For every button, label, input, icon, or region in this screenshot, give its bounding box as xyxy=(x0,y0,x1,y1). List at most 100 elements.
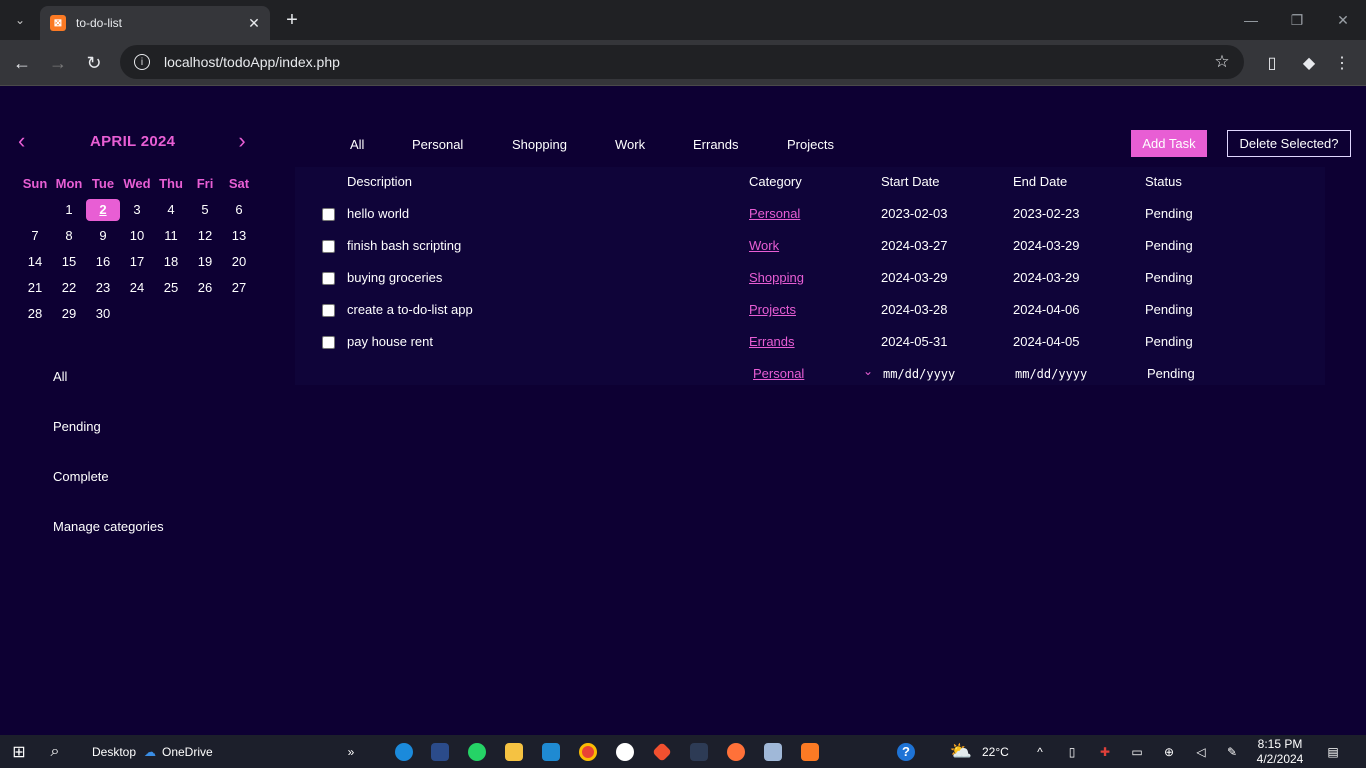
system-clock[interactable]: 8:15 PM 4/2/2024 xyxy=(1252,737,1308,767)
filter-pending[interactable]: Pending xyxy=(53,419,164,469)
calendar-day[interactable]: 16 xyxy=(86,251,120,273)
desktop-label[interactable]: Desktop xyxy=(92,735,136,768)
tab-work[interactable]: Work xyxy=(615,137,693,152)
calendar-day[interactable]: 18 xyxy=(154,251,188,273)
calendar-day[interactable]: 11 xyxy=(154,225,188,247)
next-month-icon[interactable]: › xyxy=(232,130,252,153)
temperature[interactable]: 22°C xyxy=(982,735,1009,768)
whatsapp-icon[interactable] xyxy=(467,735,487,768)
menu-icon[interactable]: ⋮ xyxy=(1330,51,1354,75)
windows-start-icon[interactable]: ⊞ xyxy=(8,735,30,768)
calendar-day[interactable]: 30 xyxy=(86,303,120,325)
address-bar[interactable]: i localhost/todoApp/index.php ☆ xyxy=(120,45,1244,79)
calendar-day[interactable]: 17 xyxy=(120,251,154,273)
powerbi-icon[interactable] xyxy=(430,735,450,768)
calendar-day[interactable]: 15 xyxy=(52,251,86,273)
tab-shopping[interactable]: Shopping xyxy=(512,137,615,152)
task-status[interactable]: Pending xyxy=(1145,334,1193,349)
calendar-day[interactable]: 29 xyxy=(52,303,86,325)
calendar-day[interactable]: 9 xyxy=(86,225,120,247)
bookmark-star-icon[interactable]: ☆ xyxy=(1210,50,1234,74)
calendar-day[interactable]: 23 xyxy=(86,277,120,299)
chrome-icon[interactable] xyxy=(578,735,598,768)
filter-all[interactable]: All xyxy=(53,369,164,419)
task-checkbox[interactable] xyxy=(322,240,335,253)
new-task-status[interactable]: Pending xyxy=(1147,366,1195,381)
site-info-icon[interactable]: i xyxy=(134,54,150,70)
calendar-day[interactable]: 24 xyxy=(120,277,154,299)
close-tab-icon[interactable]: ✕ xyxy=(244,13,264,33)
calendar-day[interactable]: 20 xyxy=(222,251,256,273)
calendar-day[interactable]: 8 xyxy=(52,225,86,247)
tab-search-icon[interactable]: ⌄ xyxy=(8,8,32,32)
end-date-input[interactable]: mm/dd/yyyy xyxy=(1015,367,1087,381)
side-panel-icon[interactable]: ▯ xyxy=(1260,51,1284,75)
calendar-day[interactable]: 12 xyxy=(188,225,222,247)
terminal-icon[interactable] xyxy=(689,735,709,768)
category-select[interactable]: Personal xyxy=(753,366,877,381)
chevron-down-icon[interactable]: ⌄ xyxy=(863,364,873,378)
forward-icon[interactable]: → xyxy=(46,51,70,75)
task-category-link[interactable]: Personal xyxy=(749,206,800,221)
calendar-day[interactable]: 3 xyxy=(120,199,154,221)
calendar-day[interactable]: 21 xyxy=(18,277,52,299)
back-icon[interactable]: ← xyxy=(10,51,34,75)
extension-icon[interactable]: ◆ xyxy=(1297,51,1321,75)
task-category-link[interactable]: Shopping xyxy=(749,270,804,285)
tab-projects[interactable]: Projects xyxy=(787,137,834,152)
calendar-day-today[interactable]: 2 xyxy=(86,199,120,221)
firefox-icon[interactable] xyxy=(726,735,746,768)
prev-month-icon[interactable]: ‹ xyxy=(18,130,38,153)
onedrive-label[interactable]: OneDrive xyxy=(162,735,213,768)
tab-errands[interactable]: Errands xyxy=(693,137,787,152)
calendar-day[interactable]: 4 xyxy=(154,199,188,221)
task-category-link[interactable]: Work xyxy=(749,238,779,253)
restore-icon[interactable]: ❐ xyxy=(1285,8,1309,32)
volume-icon[interactable]: ◁ xyxy=(1192,735,1210,768)
calendar-day[interactable]: 6 xyxy=(222,199,256,221)
task-status[interactable]: Pending xyxy=(1145,270,1193,285)
task-checkbox[interactable] xyxy=(322,304,335,317)
task-checkbox[interactable] xyxy=(322,272,335,285)
close-window-icon[interactable]: ✕ xyxy=(1331,8,1355,32)
calendar-day[interactable]: 22 xyxy=(52,277,86,299)
git-icon[interactable] xyxy=(652,735,672,768)
chevron-up-icon[interactable]: ^ xyxy=(1032,735,1048,768)
pen-icon[interactable]: ✎ xyxy=(1222,735,1242,768)
calendar-day[interactable]: 14 xyxy=(18,251,52,273)
calendar-day[interactable]: 28 xyxy=(18,303,52,325)
task-checkbox[interactable] xyxy=(322,208,335,221)
new-tab-icon[interactable]: + xyxy=(282,9,302,31)
vscode-icon[interactable] xyxy=(541,735,561,768)
delete-selected-button[interactable]: Delete Selected? xyxy=(1227,130,1351,157)
add-task-button[interactable]: Add Task xyxy=(1131,130,1207,157)
security-icon[interactable]: ✚ xyxy=(1096,735,1114,768)
search-icon[interactable]: ⌕ xyxy=(44,735,66,768)
battery-icon[interactable]: ▭ xyxy=(1128,735,1146,768)
notification-icon[interactable]: ▤ xyxy=(1322,735,1344,768)
tab-all[interactable]: All xyxy=(350,137,412,152)
task-category-link[interactable]: Errands xyxy=(749,334,795,349)
calendar-day[interactable]: 7 xyxy=(18,225,52,247)
github-icon[interactable] xyxy=(615,735,635,768)
filter-complete[interactable]: Complete xyxy=(53,469,164,519)
task-status[interactable]: Pending xyxy=(1145,302,1193,317)
task-status[interactable]: Pending xyxy=(1145,238,1193,253)
task-status[interactable]: Pending xyxy=(1145,206,1193,221)
manage-categories-link[interactable]: Manage categories xyxy=(53,519,164,569)
globe-icon[interactable]: ⊕ xyxy=(1160,735,1178,768)
url-text[interactable]: localhost/todoApp/index.php xyxy=(164,54,1210,70)
task-category-link[interactable]: Projects xyxy=(749,302,796,317)
calendar-day[interactable]: 25 xyxy=(154,277,188,299)
file-explorer-icon[interactable] xyxy=(504,735,524,768)
xampp-taskbar-icon[interactable] xyxy=(800,735,820,768)
calendar-day[interactable]: 5 xyxy=(188,199,222,221)
calendar-day[interactable]: 19 xyxy=(188,251,222,273)
browser-tab[interactable]: ⊠ to-do-list ✕ xyxy=(40,6,270,40)
task-checkbox[interactable] xyxy=(322,336,335,349)
calendar-day[interactable]: 10 xyxy=(120,225,154,247)
tab-personal[interactable]: Personal xyxy=(412,137,512,152)
usb-icon[interactable]: ▯ xyxy=(1064,735,1080,768)
calendar-day[interactable]: 27 xyxy=(222,277,256,299)
minimize-icon[interactable]: — xyxy=(1239,8,1263,32)
